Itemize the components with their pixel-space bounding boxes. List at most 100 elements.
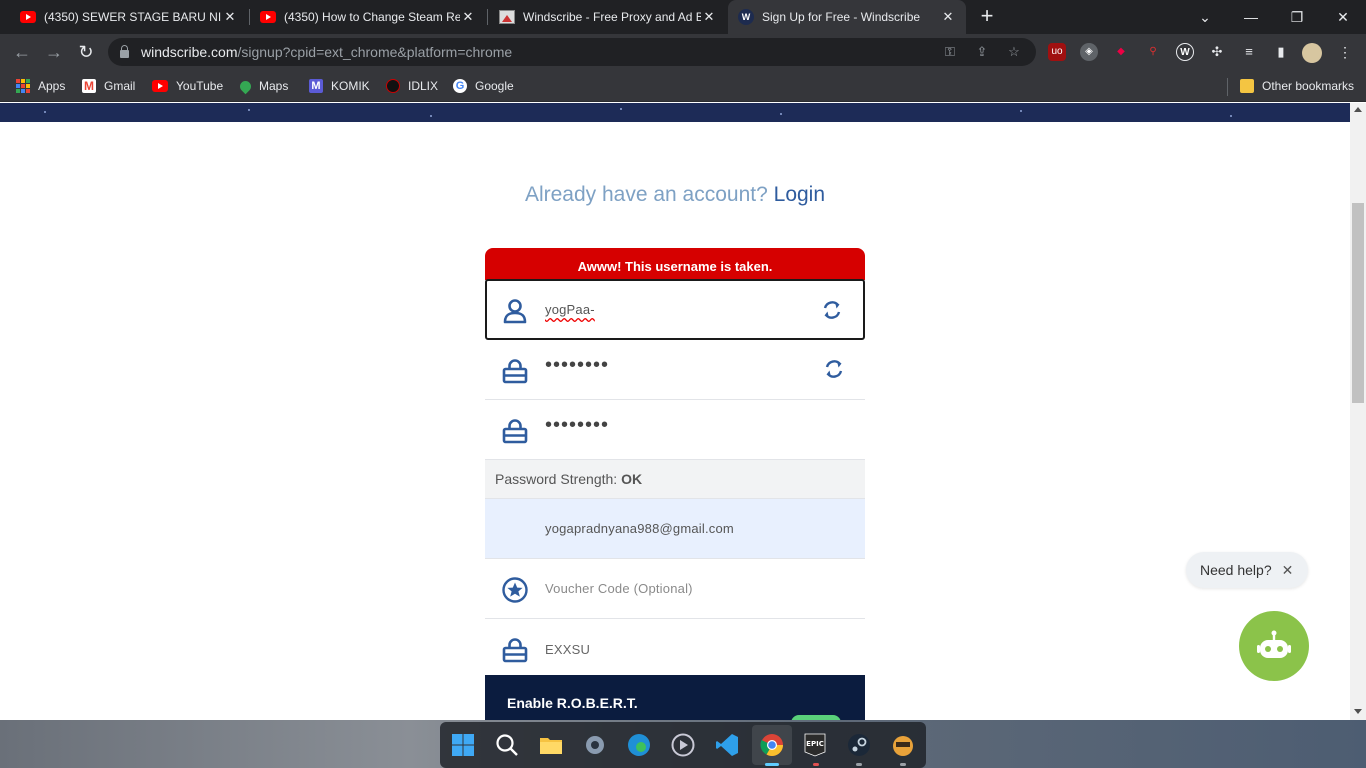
tab-4-active[interactable]: W Sign Up for Free - Windscribe ✕ xyxy=(728,0,966,34)
bookmark-idlix[interactable]: IDLIX xyxy=(386,77,438,95)
captcha-value: EXXSU xyxy=(545,641,591,657)
bookmark-label: IDLIX xyxy=(408,79,439,93)
bookmark-label: Gmail xyxy=(104,79,136,93)
confirm-password-field[interactable]: •••••••• xyxy=(485,400,865,460)
windscribe-icon: W xyxy=(738,9,754,25)
share-icon[interactable]: ⇪ xyxy=(974,44,990,60)
close-window-button[interactable]: ✕ xyxy=(1320,0,1366,34)
taskbar: EPIC xyxy=(0,720,1366,768)
browser-toolbar: ← → ↻ windscribe.com/signup?cpid=ext_chr… xyxy=(0,34,1366,70)
strength-label: Password Strength: xyxy=(495,471,618,487)
minimize-button[interactable]: — xyxy=(1228,0,1274,34)
bookmark-label: Google xyxy=(475,79,514,93)
error-banner: Awww! This username is taken. xyxy=(485,248,865,280)
scroll-thumb[interactable] xyxy=(1352,203,1364,403)
taskbar-apps: EPIC xyxy=(440,722,926,768)
running-indicator xyxy=(900,763,906,766)
running-indicator xyxy=(813,763,819,766)
robot-icon xyxy=(1257,630,1291,658)
game-app-icon[interactable] xyxy=(890,732,916,758)
close-icon[interactable]: ✕ xyxy=(940,9,956,25)
password-field[interactable]: •••••••• xyxy=(485,340,865,400)
key-icon[interactable]: ⚿ xyxy=(942,44,958,60)
scroll-down-arrow[interactable] xyxy=(1354,709,1362,714)
email-field[interactable]: yogapradnyana988@gmail.com xyxy=(485,499,865,559)
avatar[interactable] xyxy=(1302,43,1322,63)
username-field[interactable]: yogPaa- xyxy=(485,279,865,340)
link-icon[interactable]: ⚲ xyxy=(1144,43,1162,61)
windows-start-icon[interactable] xyxy=(450,732,476,758)
bookmark-apps[interactable]: Apps xyxy=(16,77,65,95)
tab-search-icon[interactable]: ⌄ xyxy=(1182,0,1228,34)
voucher-placeholder: Voucher Code (Optional) xyxy=(545,581,693,596)
komik-icon: M xyxy=(309,79,323,93)
bookmark-youtube[interactable]: YouTube xyxy=(152,77,223,95)
reload-button[interactable]: ↻ xyxy=(74,40,98,64)
confirm-password-value: •••••••• xyxy=(545,414,610,436)
steam-icon[interactable] xyxy=(846,732,872,758)
regenerate-username-icon[interactable] xyxy=(821,299,843,321)
star-icon[interactable]: ☆ xyxy=(1006,44,1022,60)
address-bar[interactable]: windscribe.com/signup?cpid=ext_chrome&pl… xyxy=(108,38,1036,66)
web-page: Already have an account? Login Awww! Thi… xyxy=(0,103,1350,720)
youtube-icon xyxy=(260,11,276,23)
tab-3[interactable]: Windscribe - Free Proxy and Ad B ✕ xyxy=(489,0,727,34)
bookmark-label: Other bookmarks xyxy=(1262,79,1355,93)
voucher-field[interactable]: Voucher Code (Optional) xyxy=(485,559,865,619)
media-player-icon[interactable] xyxy=(670,732,696,758)
email-value: yogapradnyana988@gmail.com xyxy=(545,521,734,536)
menu-icon[interactable]: ⋮ xyxy=(1336,43,1354,61)
bookmark-separator xyxy=(1227,78,1228,96)
youtube-icon xyxy=(152,80,168,92)
tab-title: (4350) How to Change Steam Reg xyxy=(284,10,460,24)
shield-icon[interactable]: ◈ xyxy=(1080,43,1098,61)
back-button[interactable]: ← xyxy=(10,40,34,64)
lock-icon xyxy=(120,45,129,58)
new-tab-button[interactable]: + xyxy=(976,5,998,27)
bookmarks-bar: Apps M Gmail YouTube Maps M KOMIK IDLIX … xyxy=(0,70,1366,102)
close-icon[interactable]: ✕ xyxy=(1282,562,1294,579)
tab-1[interactable]: (4350) SEWER STAGE BARU NIH ! ✕ xyxy=(10,0,248,34)
google-icon: G xyxy=(453,79,467,93)
tab-separator xyxy=(487,9,488,25)
help-text: Need help? xyxy=(1200,562,1272,578)
side-panel-icon[interactable]: ▮ xyxy=(1272,43,1290,61)
image-icon xyxy=(499,10,515,24)
captcha-field[interactable]: EXXSU xyxy=(485,619,865,679)
url-text: windscribe.com/signup?cpid=ext_chrome&pl… xyxy=(141,44,513,60)
vscode-icon[interactable] xyxy=(714,732,740,758)
restore-button[interactable]: ❐ xyxy=(1274,0,1320,34)
maps-icon xyxy=(237,78,254,94)
page-scrollbar[interactable] xyxy=(1350,103,1366,720)
active-indicator xyxy=(765,763,779,766)
tab-2[interactable]: (4350) How to Change Steam Reg ✕ xyxy=(250,0,486,34)
bookmark-other[interactable]: Other bookmarks xyxy=(1240,77,1354,95)
need-help-bubble[interactable]: Need help? ✕ xyxy=(1186,552,1308,588)
chat-bot-button[interactable] xyxy=(1239,611,1309,681)
close-icon[interactable]: ✕ xyxy=(222,9,238,25)
regenerate-password-icon[interactable] xyxy=(823,358,845,380)
search-icon[interactable] xyxy=(494,732,520,758)
scroll-up-arrow[interactable] xyxy=(1354,107,1362,112)
robert-title: Enable R.O.B.E.R.T. xyxy=(507,695,638,711)
bookmark-komik[interactable]: M KOMIK xyxy=(309,77,370,95)
settings-icon[interactable] xyxy=(582,732,608,758)
close-icon[interactable]: ✕ xyxy=(701,9,717,25)
bookmark-gmail[interactable]: M Gmail xyxy=(82,77,135,95)
chrome-icon[interactable] xyxy=(759,732,785,758)
edge-icon[interactable] xyxy=(626,732,652,758)
forward-button[interactable]: → xyxy=(42,40,66,64)
media-icon[interactable]: ≡ xyxy=(1240,43,1258,61)
epic-games-icon[interactable]: EPIC xyxy=(802,732,828,758)
close-icon[interactable]: ✕ xyxy=(460,9,476,25)
file-explorer-icon[interactable] xyxy=(538,732,564,758)
ublock-icon[interactable]: uo xyxy=(1048,43,1066,61)
color-picker-icon[interactable]: ◆ xyxy=(1112,43,1130,61)
windscribe-ext-icon[interactable]: W xyxy=(1176,43,1194,61)
lock-icon xyxy=(502,419,528,444)
bookmark-google[interactable]: G Google xyxy=(453,77,514,95)
login-link[interactable]: Login xyxy=(774,183,825,206)
extensions-icon[interactable]: ✣ xyxy=(1208,43,1226,61)
apps-icon xyxy=(16,79,30,93)
bookmark-maps[interactable]: Maps xyxy=(237,77,288,95)
